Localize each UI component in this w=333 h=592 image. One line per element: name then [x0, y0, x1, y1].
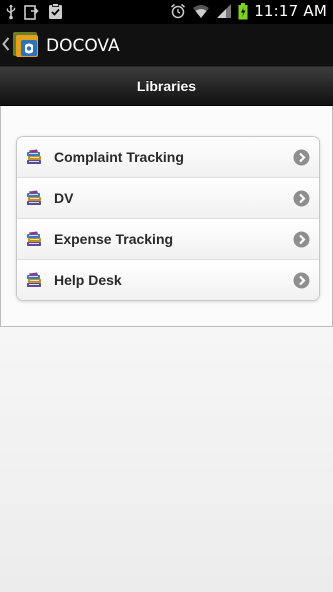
app-title[interactable]: DOCOVA: [46, 36, 120, 56]
status-bar: 11:17 AM: [0, 0, 333, 24]
library-item-dv[interactable]: DV: [17, 177, 319, 218]
signal-icon: [216, 3, 232, 19]
library-item-complaint-tracking[interactable]: Complaint Tracking: [17, 137, 319, 177]
library-item-label: Complaint Tracking: [54, 149, 184, 165]
wifi-icon: [192, 3, 210, 19]
chevron-right-circle-icon: [293, 272, 310, 289]
usb-icon: [6, 4, 16, 20]
library-item-label: Help Desk: [54, 272, 122, 288]
library-item-label: DV: [54, 190, 74, 206]
library-item-expense-tracking[interactable]: Expense Tracking: [17, 218, 319, 259]
alarm-icon: [170, 3, 186, 19]
books-icon: [26, 149, 42, 165]
battery-icon: [238, 2, 248, 20]
library-item-label: Expense Tracking: [54, 231, 174, 247]
empty-background: [0, 327, 333, 592]
page-header: Libraries: [0, 67, 333, 106]
chevron-right-circle-icon: [293, 149, 310, 166]
download-icon: [24, 3, 40, 20]
books-icon: [26, 190, 42, 206]
back-chevron-icon[interactable]: [2, 37, 10, 56]
library-item-help-desk[interactable]: Help Desk: [17, 259, 319, 300]
page-title: Libraries: [136, 78, 197, 94]
chevron-right-circle-icon: [293, 190, 310, 207]
app-action-bar: DOCOVA: [0, 24, 333, 67]
books-icon: [26, 272, 42, 288]
app-logo-icon[interactable]: [12, 31, 40, 59]
content-panel: Complaint Tracking DV Expense Tracking H…: [0, 106, 333, 327]
clipboard-check-icon: [48, 3, 63, 20]
library-list: Complaint Tracking DV Expense Tracking H…: [16, 136, 320, 301]
chevron-right-circle-icon: [293, 231, 310, 248]
books-icon: [26, 231, 42, 247]
status-time: 11:17 AM: [254, 2, 327, 20]
